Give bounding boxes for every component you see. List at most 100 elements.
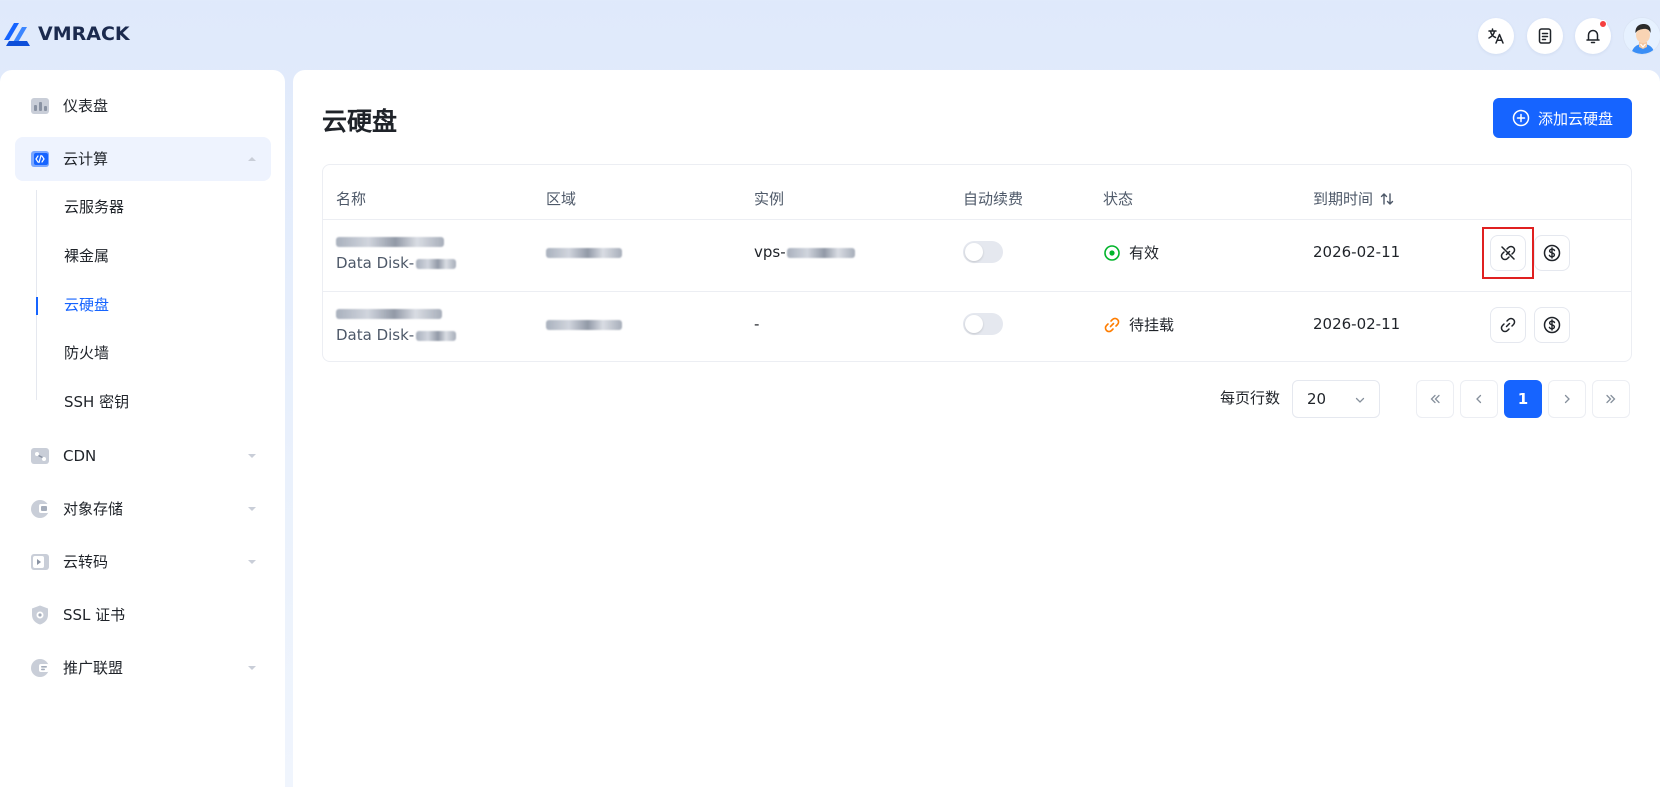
status-text: 有效 xyxy=(1129,244,1160,262)
sidebar: 仪表盘 云计算 云服务器 裸金属 云硬盘 防火墙 SSH 密钥 CDN 对象存储… xyxy=(0,70,285,787)
cdn-icon xyxy=(31,448,49,464)
attach-disk-button[interactable] xyxy=(1490,307,1526,343)
sidebar-item-label: 云转码 xyxy=(63,553,109,571)
affiliate-icon xyxy=(31,659,49,677)
renew-button[interactable] xyxy=(1534,235,1570,271)
chevron-up-icon xyxy=(248,157,256,161)
add-cloud-disk-label: 添加云硬盘 xyxy=(1537,109,1613,128)
sidebar-item-ssl[interactable]: SSL 证书 xyxy=(15,593,271,637)
column-header-expiry[interactable]: 到期时间 xyxy=(1313,189,1395,209)
dashboard-icon xyxy=(31,98,49,114)
cloud-compute-icon xyxy=(31,151,49,167)
sidebar-subitem-bare-metal[interactable]: 裸金属 xyxy=(64,246,109,266)
next-page-button[interactable] xyxy=(1548,380,1586,418)
brand-logo[interactable]: VMRACK xyxy=(2,20,130,48)
link-status-icon xyxy=(1104,317,1120,332)
sidebar-item-label: 云计算 xyxy=(63,150,109,168)
disk-name-sub: Data Disk- xyxy=(336,253,457,273)
double-chevron-right-icon xyxy=(1606,394,1616,404)
dollar-circle-icon xyxy=(1543,316,1561,334)
column-header-name: 名称 xyxy=(336,190,367,208)
column-header-instance: 实例 xyxy=(754,190,785,208)
chevron-down-icon xyxy=(1355,397,1365,403)
page-button-current[interactable]: 1 xyxy=(1504,380,1542,418)
column-header-expiry-label: 到期时间 xyxy=(1313,190,1374,208)
sidebar-subitem-firewall[interactable]: 防火墙 xyxy=(64,343,109,363)
cloud-disk-table: 名称 区域 实例 自动续费 状态 到期时间 Data Disk- vps- 有效 xyxy=(322,164,1632,362)
rows-per-page-value: 20 xyxy=(1307,390,1327,408)
chevron-down-icon xyxy=(248,507,256,511)
auto-renew-toggle[interactable] xyxy=(963,313,1003,335)
add-cloud-disk-button[interactable]: 添加云硬盘 xyxy=(1493,98,1632,138)
submenu-guide-line xyxy=(36,190,37,400)
sort-icon xyxy=(1380,193,1394,205)
sidebar-item-label: CDN xyxy=(63,447,97,465)
detach-disk-button[interactable] xyxy=(1490,235,1526,271)
column-header-status: 状态 xyxy=(1103,190,1134,208)
sidebar-subitem-cloud-server[interactable]: 云服务器 xyxy=(64,197,124,217)
sidebar-item-object-storage[interactable]: 对象存储 xyxy=(15,487,271,531)
notifications-button[interactable] xyxy=(1575,18,1611,54)
expiry-date: 2026-02-11 xyxy=(1313,243,1401,261)
disk-name-redacted xyxy=(336,303,442,323)
page-title: 云硬盘 xyxy=(322,107,398,136)
region-redacted xyxy=(546,314,622,334)
status-badge: 待挂载 xyxy=(1103,314,1174,335)
top-bar: VMRACK xyxy=(0,0,1660,70)
sidebar-item-label: 仪表盘 xyxy=(63,97,109,115)
chevron-down-icon xyxy=(248,560,256,564)
instance-name[interactable]: vps- xyxy=(754,242,855,262)
status-badge: 有效 xyxy=(1103,242,1159,263)
ssl-certificate-icon xyxy=(32,605,48,625)
sidebar-item-label: 推广联盟 xyxy=(63,659,124,677)
chevron-right-icon xyxy=(1564,394,1570,404)
last-page-button[interactable] xyxy=(1592,380,1630,418)
instance-name: - xyxy=(754,315,760,333)
column-header-region: 区域 xyxy=(546,190,577,208)
plus-circle-icon xyxy=(1512,109,1530,127)
auto-renew-toggle[interactable] xyxy=(963,241,1003,263)
sidebar-subitem-cloud-disk[interactable]: 云硬盘 xyxy=(64,295,109,315)
vmrack-logo-icon xyxy=(4,23,30,46)
renew-button[interactable] xyxy=(1534,307,1570,343)
sidebar-item-label: SSL 证书 xyxy=(63,606,126,624)
transcode-icon xyxy=(31,554,49,570)
object-storage-icon xyxy=(31,500,49,518)
docs-button[interactable] xyxy=(1527,18,1563,54)
dollar-circle-icon xyxy=(1543,244,1561,262)
sidebar-item-cdn[interactable]: CDN xyxy=(15,434,271,478)
brand-name: VMRACK xyxy=(38,23,130,45)
unlink-icon xyxy=(1500,245,1516,261)
translate-icon xyxy=(1488,28,1504,44)
rows-per-page-select[interactable]: 20 xyxy=(1292,380,1380,418)
sidebar-item-affiliate[interactable]: 推广联盟 xyxy=(15,646,271,690)
language-button[interactable] xyxy=(1478,18,1514,54)
sidebar-item-transcode[interactable]: 云转码 xyxy=(15,540,271,584)
region-redacted xyxy=(546,242,622,262)
link-icon xyxy=(1500,317,1516,333)
rows-per-page-label: 每页行数 xyxy=(1220,389,1281,407)
notification-badge xyxy=(1599,20,1607,28)
active-status-icon xyxy=(1104,244,1120,261)
sidebar-item-label: 对象存储 xyxy=(63,500,124,518)
first-page-button[interactable] xyxy=(1416,380,1454,418)
table-row-divider xyxy=(323,291,1631,292)
double-chevron-left-icon xyxy=(1430,394,1440,404)
user-avatar[interactable] xyxy=(1623,17,1660,55)
sidebar-subitem-ssh-keys[interactable]: SSH 密钥 xyxy=(64,392,129,412)
disk-name-redacted xyxy=(336,231,444,251)
submenu-active-indicator xyxy=(36,297,38,315)
disk-name-sub: Data Disk- xyxy=(336,325,457,345)
chevron-down-icon xyxy=(248,454,256,458)
sidebar-item-dashboard[interactable]: 仪表盘 xyxy=(15,84,271,128)
sidebar-item-cloud-compute[interactable]: 云计算 xyxy=(15,137,271,181)
expiry-date: 2026-02-11 xyxy=(1313,315,1401,333)
main-content: 云硬盘 添加云硬盘 名称 区域 实例 自动续费 状态 到期时间 Data Dis… xyxy=(293,70,1660,787)
status-text: 待挂载 xyxy=(1129,316,1175,334)
avatar-icon xyxy=(1624,18,1660,54)
document-icon xyxy=(1538,28,1552,44)
prev-page-button[interactable] xyxy=(1460,380,1498,418)
chevron-down-icon xyxy=(248,666,256,670)
bell-icon xyxy=(1586,29,1600,44)
column-header-auto-renew: 自动续费 xyxy=(963,190,1024,208)
